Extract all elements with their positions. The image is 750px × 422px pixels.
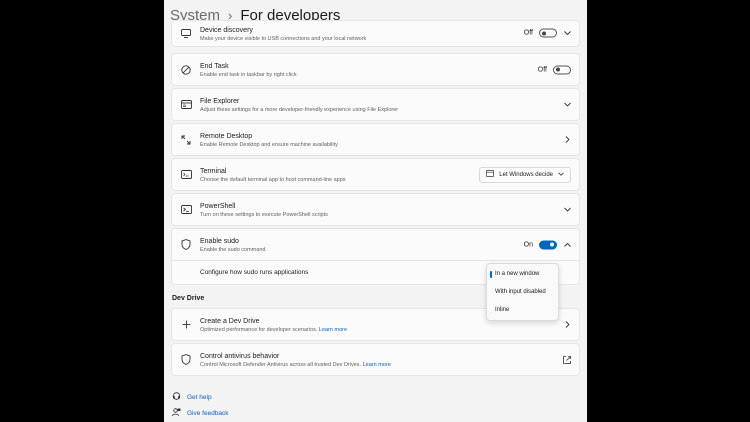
setting-title: Enable sudo xyxy=(200,238,239,245)
setting-desc: Adjust these settings for a more develop… xyxy=(200,107,399,113)
setting-desc: Enable end task in taskbar by right clic… xyxy=(200,72,297,78)
file-explorer-icon xyxy=(180,99,192,111)
toggle-state-label: Off xyxy=(537,66,547,73)
device-discovery-toggle[interactable] xyxy=(539,28,557,38)
shield-icon xyxy=(180,239,192,251)
get-help-link[interactable]: Get help xyxy=(172,392,212,403)
setting-title: End Task xyxy=(200,63,229,70)
external-link-icon[interactable] xyxy=(563,355,571,364)
setting-title: Control antivirus behavior xyxy=(200,353,280,360)
setting-desc: Make your device visible to USB connecti… xyxy=(200,36,367,42)
setting-title: Terminal xyxy=(200,168,227,175)
setting-device-discovery[interactable]: Device discovery Make your device visibl… xyxy=(171,20,580,47)
setting-remote-desktop[interactable]: Remote Desktop Enable Remote Desktop and… xyxy=(171,123,580,156)
give-feedback-link[interactable]: Give feedback xyxy=(172,408,229,419)
setting-terminal[interactable]: Terminal Choose the default terminal app… xyxy=(171,158,580,191)
terminal-small-icon xyxy=(486,170,495,179)
toggle-state-label: On xyxy=(523,241,533,248)
chevron-down-icon[interactable] xyxy=(563,101,571,109)
give-feedback-label: Give feedback xyxy=(187,410,229,417)
setting-desc: Choose the default terminal app to host … xyxy=(200,177,346,183)
help-icon xyxy=(172,392,181,403)
learn-more-link[interactable]: Learn more xyxy=(363,362,391,368)
setting-title: File Explorer xyxy=(200,98,240,105)
menu-item-input-disabled[interactable]: With input disabled xyxy=(495,289,546,295)
selected-indicator xyxy=(490,271,492,278)
setting-desc: Enable the sudo command xyxy=(200,247,266,253)
chevron-down-icon[interactable] xyxy=(563,29,571,37)
sudo-mode-menu: In a new window With input disabled Inli… xyxy=(486,263,559,321)
plus-icon xyxy=(180,319,192,331)
get-help-label: Get help xyxy=(187,394,212,401)
chevron-up-icon[interactable] xyxy=(563,241,571,249)
setting-file-explorer[interactable]: File Explorer Adjust these settings for … xyxy=(171,88,580,121)
setting-desc-text: Control Microsoft Defender Antivirus acr… xyxy=(200,362,362,368)
remote-desktop-icon xyxy=(180,134,192,146)
setting-title: Remote Desktop xyxy=(200,133,253,140)
chevron-down-icon[interactable] xyxy=(563,206,571,214)
terminal-icon xyxy=(180,169,192,181)
chevron-right-icon[interactable] xyxy=(563,136,571,144)
feedback-icon xyxy=(172,408,181,419)
setting-desc: Turn on these settings to execute PowerS… xyxy=(200,212,328,218)
settings-window: System › For developers Device discovery… xyxy=(164,0,587,422)
section-heading-dev-drive: Dev Drive xyxy=(172,295,205,302)
setting-enable-sudo[interactable]: Enable sudo Enable the sudo command On xyxy=(171,228,580,261)
block-icon xyxy=(180,64,192,76)
setting-title: PowerShell xyxy=(200,203,236,210)
setting-desc: Enable Remote Desktop and ensure machine… xyxy=(200,142,338,148)
end-task-toggle[interactable] xyxy=(553,65,571,74)
setting-antivirus-behavior[interactable]: Control antivirus behavior Control Micro… xyxy=(171,343,580,376)
setting-end-task[interactable]: End Task Enable end task in taskbar by r… xyxy=(171,53,580,86)
chevron-right-icon[interactable] xyxy=(563,321,571,329)
chevron-down-icon xyxy=(558,172,564,178)
toggle-state-label: Off xyxy=(523,29,533,37)
enable-sudo-toggle[interactable] xyxy=(539,240,557,249)
menu-item-inline[interactable]: Inline xyxy=(495,307,509,313)
powershell-icon xyxy=(180,204,192,216)
setting-title: Device discovery xyxy=(200,27,253,34)
setting-title: Create a Dev Drive xyxy=(200,318,260,325)
menu-item-new-window[interactable]: In a new window xyxy=(495,271,539,277)
shield-icon xyxy=(180,354,192,366)
setting-desc-text: Optimized performance for developer scen… xyxy=(200,327,318,333)
sudo-mode-label: Configure how sudo runs applications xyxy=(200,269,309,276)
learn-more-link[interactable]: Learn more xyxy=(319,327,347,333)
setting-desc: Control Microsoft Defender Antivirus acr… xyxy=(200,362,391,368)
monitor-icon xyxy=(180,27,192,39)
dropdown-value: Let Windows decide xyxy=(499,171,553,178)
setting-desc: Optimized performance for developer scen… xyxy=(200,327,347,333)
terminal-app-dropdown[interactable]: Let Windows decide xyxy=(479,166,571,183)
setting-powershell[interactable]: PowerShell Turn on these settings to exe… xyxy=(171,193,580,226)
